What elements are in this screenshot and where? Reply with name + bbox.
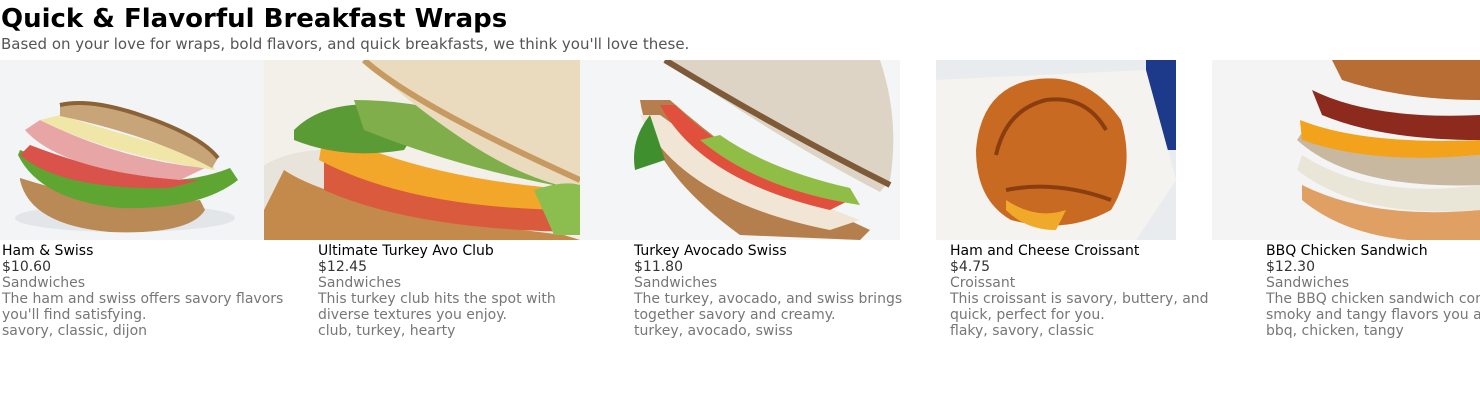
- item-price: $10.60: [2, 259, 51, 275]
- menu-item-card[interactable]: Ham & Swiss $10.60 Sandwiches The ham an…: [2, 243, 312, 339]
- ham-swiss-sandwich-photo[interactable]: [0, 60, 264, 240]
- item-category: Sandwiches: [634, 275, 718, 291]
- item-description: The turkey, avocado, and swiss brings to…: [634, 291, 903, 323]
- page-subtitle: Based on your love for wraps, bold flavo…: [1, 35, 690, 53]
- item-category: Sandwiches: [1266, 275, 1350, 291]
- item-description: This turkey club hits the spot with dive…: [318, 291, 556, 323]
- item-description: This croissant is savory, buttery, and q…: [950, 291, 1209, 323]
- item-name: Turkey Avocado Swiss: [634, 243, 787, 259]
- item-category: Sandwiches: [318, 275, 402, 291]
- item-price: $12.45: [318, 259, 367, 275]
- item-name: Ham & Swiss: [2, 243, 94, 259]
- item-price: $4.75: [950, 259, 991, 275]
- item-price: $11.80: [634, 259, 683, 275]
- menu-item-card[interactable]: Turkey Avocado Swiss $11.80 Sandwiches T…: [634, 243, 944, 339]
- item-tags: savory, classic, dijon: [2, 323, 148, 339]
- turkey-avo-club-photo[interactable]: [264, 60, 580, 240]
- item-tags: flaky, savory, classic: [950, 323, 1095, 339]
- item-tags: bbq, chicken, tangy: [1266, 323, 1404, 339]
- croissant-photo[interactable]: [936, 60, 1176, 240]
- item-name: Ham and Cheese Croissant: [950, 243, 1140, 259]
- item-tags: turkey, avocado, swiss: [634, 323, 793, 339]
- menu-item-card[interactable]: Ham and Cheese Croissant $4.75 Croissant…: [950, 243, 1260, 339]
- turkey-avocado-swiss-photo[interactable]: [580, 60, 900, 240]
- item-category: Croissant: [950, 275, 1016, 291]
- menu-item-card[interactable]: BBQ Chicken Sandwich $12.30 Sandwiches T…: [1266, 243, 1480, 339]
- item-description: The ham and swiss offers savory flavors …: [2, 291, 284, 323]
- item-description: The BBQ chicken sandwich combines smoky …: [1266, 291, 1480, 323]
- item-name: BBQ Chicken Sandwich: [1266, 243, 1428, 259]
- item-tags: club, turkey, hearty: [318, 323, 456, 339]
- item-name: Ultimate Turkey Avo Club: [318, 243, 494, 259]
- page-title: Quick & Flavorful Breakfast Wraps: [1, 4, 508, 34]
- bbq-chicken-sandwich-photo[interactable]: [1212, 60, 1480, 240]
- item-price: $12.30: [1266, 259, 1315, 275]
- item-category: Sandwiches: [2, 275, 86, 291]
- menu-item-card[interactable]: Ultimate Turkey Avo Club $12.45 Sandwich…: [318, 243, 628, 339]
